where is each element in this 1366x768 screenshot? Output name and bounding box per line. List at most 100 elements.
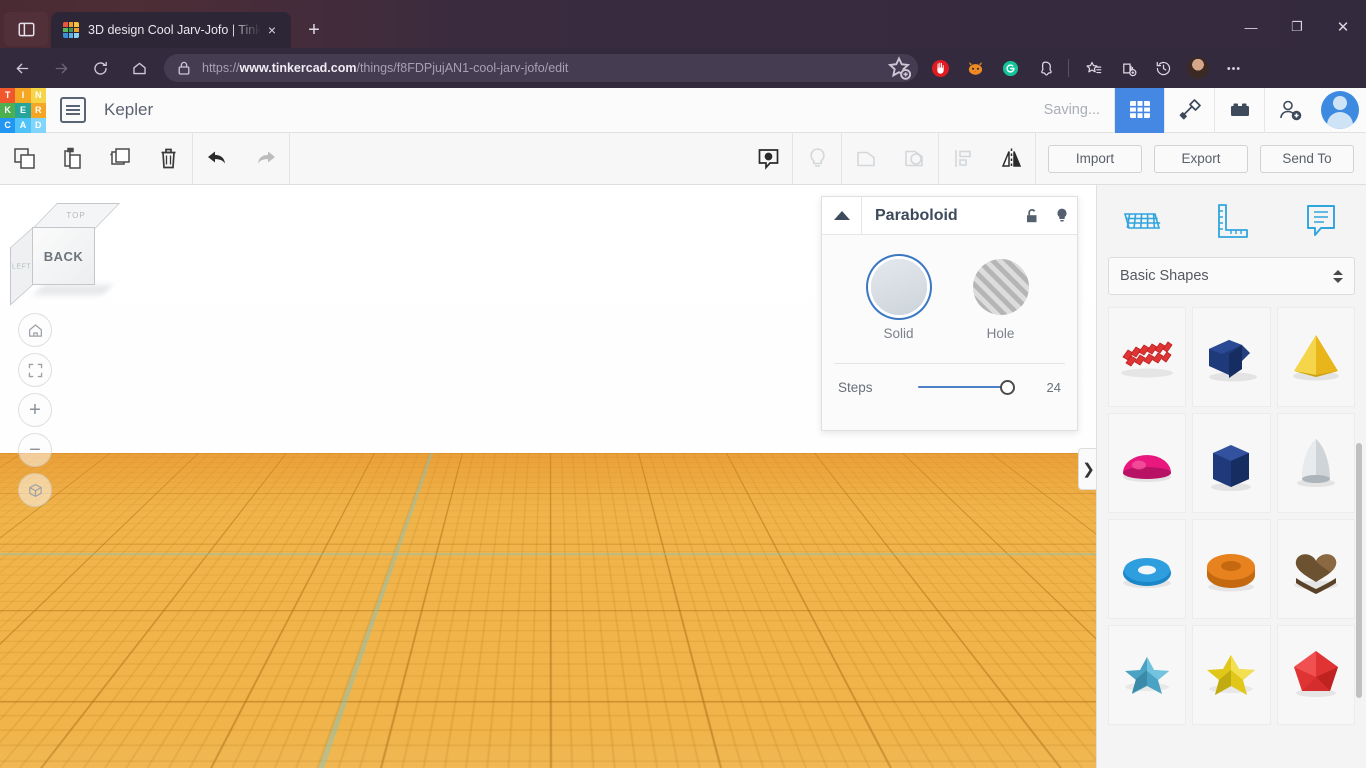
address-bar[interactable]: https://www.tinkercad.com/things/f8FDPju… (164, 54, 918, 82)
resize-handle[interactable] (642, 611, 655, 624)
settings-more-icon[interactable] (1218, 54, 1248, 82)
chevron-right-icon[interactable]: ❯ (1078, 448, 1098, 490)
save-status: Saving... (1043, 102, 1100, 118)
shape-cell-box[interactable] (1192, 307, 1271, 407)
redo-icon[interactable] (241, 133, 289, 184)
ortho-perspective-icon[interactable] (18, 473, 52, 507)
light-bulb-icon[interactable] (1047, 197, 1077, 234)
steps-value[interactable]: 24 (1021, 380, 1061, 395)
maximize-button[interactable]: ❐ (1274, 10, 1320, 44)
shape-grid (1097, 295, 1366, 725)
history-icon[interactable] (1148, 54, 1178, 82)
unlock-icon[interactable] (1017, 197, 1047, 234)
undo-icon[interactable] (193, 133, 241, 184)
steps-slider-knob[interactable] (1000, 379, 1015, 395)
blocks-icon[interactable] (1214, 87, 1264, 133)
export-button[interactable]: Export (1154, 144, 1248, 173)
shape-cell-tube[interactable] (1192, 519, 1271, 619)
view-cube-front-face[interactable]: BACK (32, 227, 95, 285)
paste-icon[interactable] (48, 133, 96, 184)
avatar[interactable] (1314, 88, 1366, 133)
shape-cell-heart[interactable] (1276, 519, 1355, 619)
shape-cell-pyramid[interactable] (1276, 307, 1355, 407)
group-icon[interactable] (842, 133, 890, 184)
comment-icon[interactable] (744, 133, 792, 184)
forward-icon[interactable] (44, 52, 78, 84)
view-cube-top-face[interactable]: TOP (32, 203, 121, 229)
shape-cell-cylinder[interactable] (1192, 413, 1271, 513)
mirror-icon[interactable] (987, 133, 1035, 184)
ungroup-icon[interactable] (890, 133, 938, 184)
invite-person-icon[interactable] (1264, 87, 1314, 133)
application-window: 3D design Cool Jarv-Jofo | Tinker × + — … (0, 0, 1366, 768)
copy-icon[interactable] (0, 133, 48, 184)
workplane-icon[interactable] (1114, 195, 1170, 247)
view-cube[interactable]: TOP LEFT BACK (10, 203, 121, 306)
home-view-icon[interactable] (18, 313, 52, 347)
back-icon[interactable] (5, 52, 39, 84)
shape-cell-torus[interactable] (1108, 519, 1187, 619)
align-icon[interactable] (939, 133, 987, 184)
selected-shape-group[interactable]: ↶ ↷ 3.60 (430, 515, 680, 755)
close-window-button[interactable]: ✕ (1320, 10, 1366, 44)
solid-mode-option[interactable]: Solid (870, 259, 927, 341)
rotate-handle-left[interactable]: ↶ (502, 529, 515, 547)
hole-mode-label: Hole (986, 326, 1015, 341)
hole-mode-option[interactable]: Hole (972, 259, 1029, 341)
resize-handle[interactable] (533, 567, 546, 580)
adblock-icon[interactable] (925, 54, 955, 82)
import-button[interactable]: Import (1048, 144, 1142, 173)
zoom-out-icon[interactable]: − (18, 433, 52, 467)
collapse-triangle-icon[interactable] (822, 197, 862, 234)
code-blocks-icon[interactable] (1164, 87, 1214, 133)
tab-pane-toggle-button[interactable] (4, 12, 48, 46)
shape-cell-star-yellow[interactable] (1192, 625, 1271, 725)
new-tab-button[interactable]: + (299, 15, 329, 45)
move-up-handle[interactable] (536, 520, 550, 537)
send-to-button[interactable]: Send To (1260, 144, 1354, 173)
shape-cell-polygon[interactable] (1276, 625, 1355, 725)
tinkercad-logo[interactable]: TINKERCAD (0, 87, 46, 133)
favorite-add-icon[interactable] (886, 56, 912, 80)
browser-titlebar: 3D design Cool Jarv-Jofo | Tinker × + — … (0, 0, 1366, 48)
ruler-icon[interactable] (1203, 195, 1259, 247)
shape-category-select[interactable]: Basic Shapes (1108, 257, 1355, 295)
shape-cell-paraboloid[interactable] (1276, 413, 1355, 513)
resize-handle[interactable] (460, 601, 473, 614)
sidebar-scrollbar[interactable] (1356, 443, 1362, 698)
height-handle[interactable] (478, 633, 491, 646)
project-menu-icon[interactable] (60, 97, 86, 123)
tab-close-icon[interactable]: × (261, 19, 283, 41)
zoom-in-icon[interactable]: + (18, 393, 52, 427)
shape-cell-star-blue[interactable] (1108, 625, 1187, 725)
logo-tile: D (30, 117, 46, 133)
dimension-value-field[interactable]: 3.60 (595, 570, 649, 596)
grammarly-icon[interactable] (995, 54, 1025, 82)
duplicate-icon[interactable] (96, 133, 144, 184)
note-icon[interactable] (1293, 195, 1349, 247)
dimension-arrow (564, 560, 574, 599)
resize-handle[interactable] (436, 581, 449, 594)
design-grid-icon[interactable] (1114, 87, 1164, 133)
collections-icon[interactable] (1113, 54, 1143, 82)
favorites-icon[interactable] (1078, 54, 1108, 82)
lock-icon (176, 60, 192, 76)
shape-cell-text[interactable] (1108, 307, 1187, 407)
firefox-relay-icon[interactable] (960, 54, 990, 82)
steps-slider[interactable] (918, 378, 1021, 396)
view-cube-side-face[interactable]: LEFT (10, 227, 33, 306)
light-bulb-icon[interactable] (793, 133, 841, 184)
resize-handle[interactable] (560, 610, 573, 623)
browser-tab[interactable]: 3D design Cool Jarv-Jofo | Tinker × (51, 12, 291, 48)
ghostery-icon[interactable] (1030, 54, 1060, 82)
resize-handle[interactable] (476, 567, 489, 580)
reload-icon[interactable] (83, 52, 117, 84)
shape-cell-half-sphere[interactable] (1108, 413, 1187, 513)
fit-view-icon[interactable] (18, 353, 52, 387)
home-icon[interactable] (122, 52, 156, 84)
minimize-button[interactable]: — (1228, 10, 1274, 44)
toolbar-divider (1068, 59, 1069, 77)
page-title[interactable]: Kepler (104, 100, 153, 120)
delete-icon[interactable] (144, 133, 192, 184)
profile-avatar-icon[interactable] (1183, 54, 1213, 82)
